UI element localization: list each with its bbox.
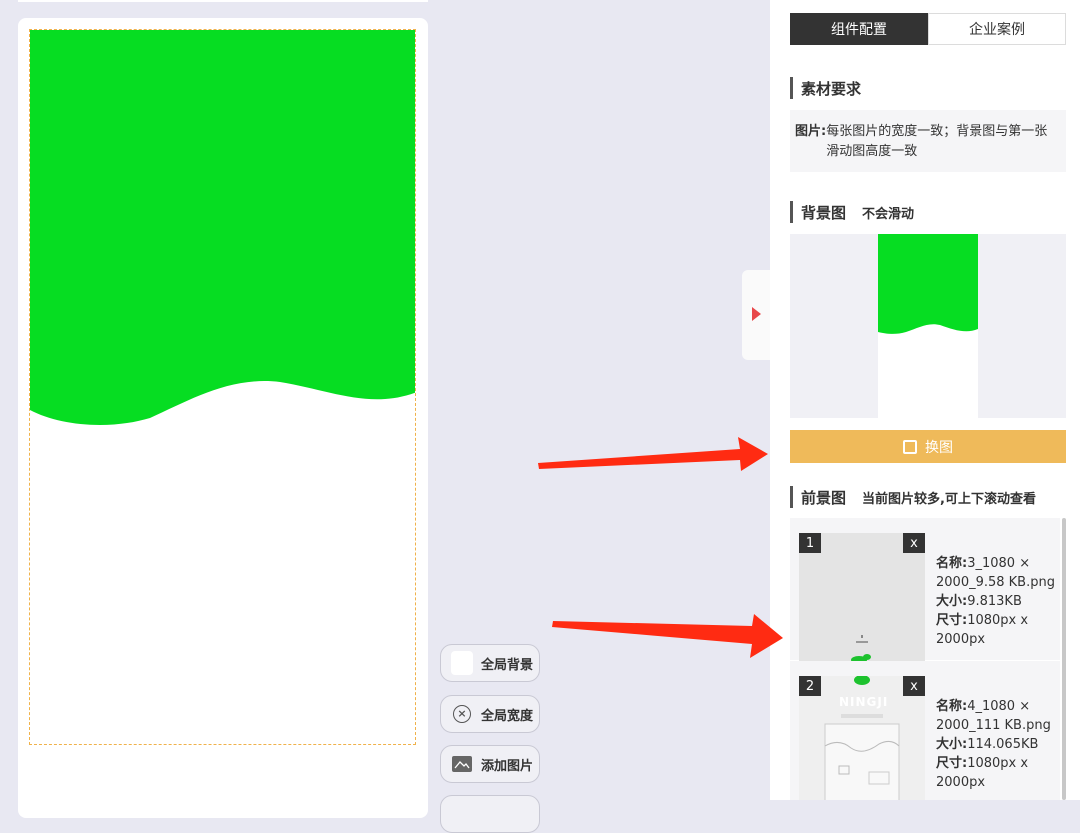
global-width-button[interactable]: × 全局宽度 — [440, 695, 540, 733]
add-image-button[interactable]: 添加图片 — [440, 745, 540, 783]
foreground-scrollbar[interactable] — [1062, 518, 1066, 800]
delete-image-button[interactable]: x — [903, 533, 925, 553]
swap-image-button[interactable]: 换图 — [790, 430, 1066, 463]
image-size: 9.813KB — [967, 594, 1022, 609]
global-background-label: 全局背景 — [481, 657, 534, 673]
tab-component-config[interactable]: 组件配置 — [790, 13, 928, 45]
delete-image-button[interactable]: x — [903, 676, 925, 696]
image-size: 114.065KB — [967, 737, 1039, 752]
background-image-subtitle: 不会滑动 — [862, 206, 915, 222]
background-image-title: 背景图 不会滑动 — [790, 201, 914, 223]
foreground-image-title: 前景图 当前图片较多,可上下滚动查看 — [790, 486, 1036, 508]
phone-preview — [18, 18, 428, 818]
arrow-to-swap-button — [538, 437, 768, 471]
panel-tabs: 组件配置 企业案例 — [790, 13, 1066, 45]
requirement-text: 每张图片的宽度一致；背景图与第一张滑动图高度一致 — [826, 124, 1048, 159]
tab-enterprise-cases[interactable]: 企业案例 — [928, 13, 1066, 45]
list-item: NINGJI 2 x 名称:4_1080 × 2000_111 KB.png 大… — [790, 661, 1060, 800]
panel-collapse-toggle[interactable] — [742, 270, 770, 360]
add-image-label: 添加图片 — [481, 758, 534, 774]
arrow-to-first-foreground — [552, 614, 783, 658]
image-index-badge: 1 — [799, 533, 821, 553]
foreground-thumbnail[interactable] — [799, 533, 925, 667]
material-requirements-box: 图片: 每张图片的宽度一致；背景图与第一张滑动图高度一致 — [790, 110, 1066, 172]
close-circle-icon: × — [451, 703, 473, 725]
material-requirements-title: 素材要求 — [790, 77, 861, 99]
image-icon — [451, 753, 473, 775]
canvas-area[interactable] — [29, 29, 416, 745]
config-panel: 组件配置 企业案例 素材要求 图片: 每张图片的宽度一致；背景图与第一张滑动图高… — [770, 0, 1080, 800]
triangle-right-icon — [752, 307, 761, 321]
foreground-image-list[interactable]: 1 x 名称:3_1080 × 2000_9.58 KB.png 大小:9.81… — [790, 518, 1066, 800]
global-background-button[interactable]: 全局背景 — [440, 644, 540, 682]
background-thumbnail-wave — [878, 234, 978, 334]
image-meta: 名称:4_1080 × 2000_111 KB.png 大小:114.065KB… — [936, 699, 1051, 790]
image-meta: 名称:3_1080 × 2000_9.58 KB.png 大小:9.813KB … — [936, 556, 1055, 647]
top-strip — [18, 0, 428, 2]
global-width-label: 全局宽度 — [481, 708, 534, 724]
foreground-image-subtitle: 当前图片较多,可上下滚动查看 — [862, 491, 1036, 507]
color-swatch-icon — [451, 651, 473, 675]
extra-tool-button[interactable] — [440, 795, 540, 833]
thumbnail-logo-text: NINGJI — [839, 695, 889, 709]
swap-icon — [903, 439, 917, 454]
image-index-badge: 2 — [799, 676, 821, 696]
background-image-preview — [790, 234, 1066, 418]
list-item: 1 x 名称:3_1080 × 2000_9.58 KB.png 大小:9.81… — [790, 518, 1060, 667]
requirement-label: 图片: — [795, 124, 827, 139]
background-green-wave — [30, 30, 415, 425]
